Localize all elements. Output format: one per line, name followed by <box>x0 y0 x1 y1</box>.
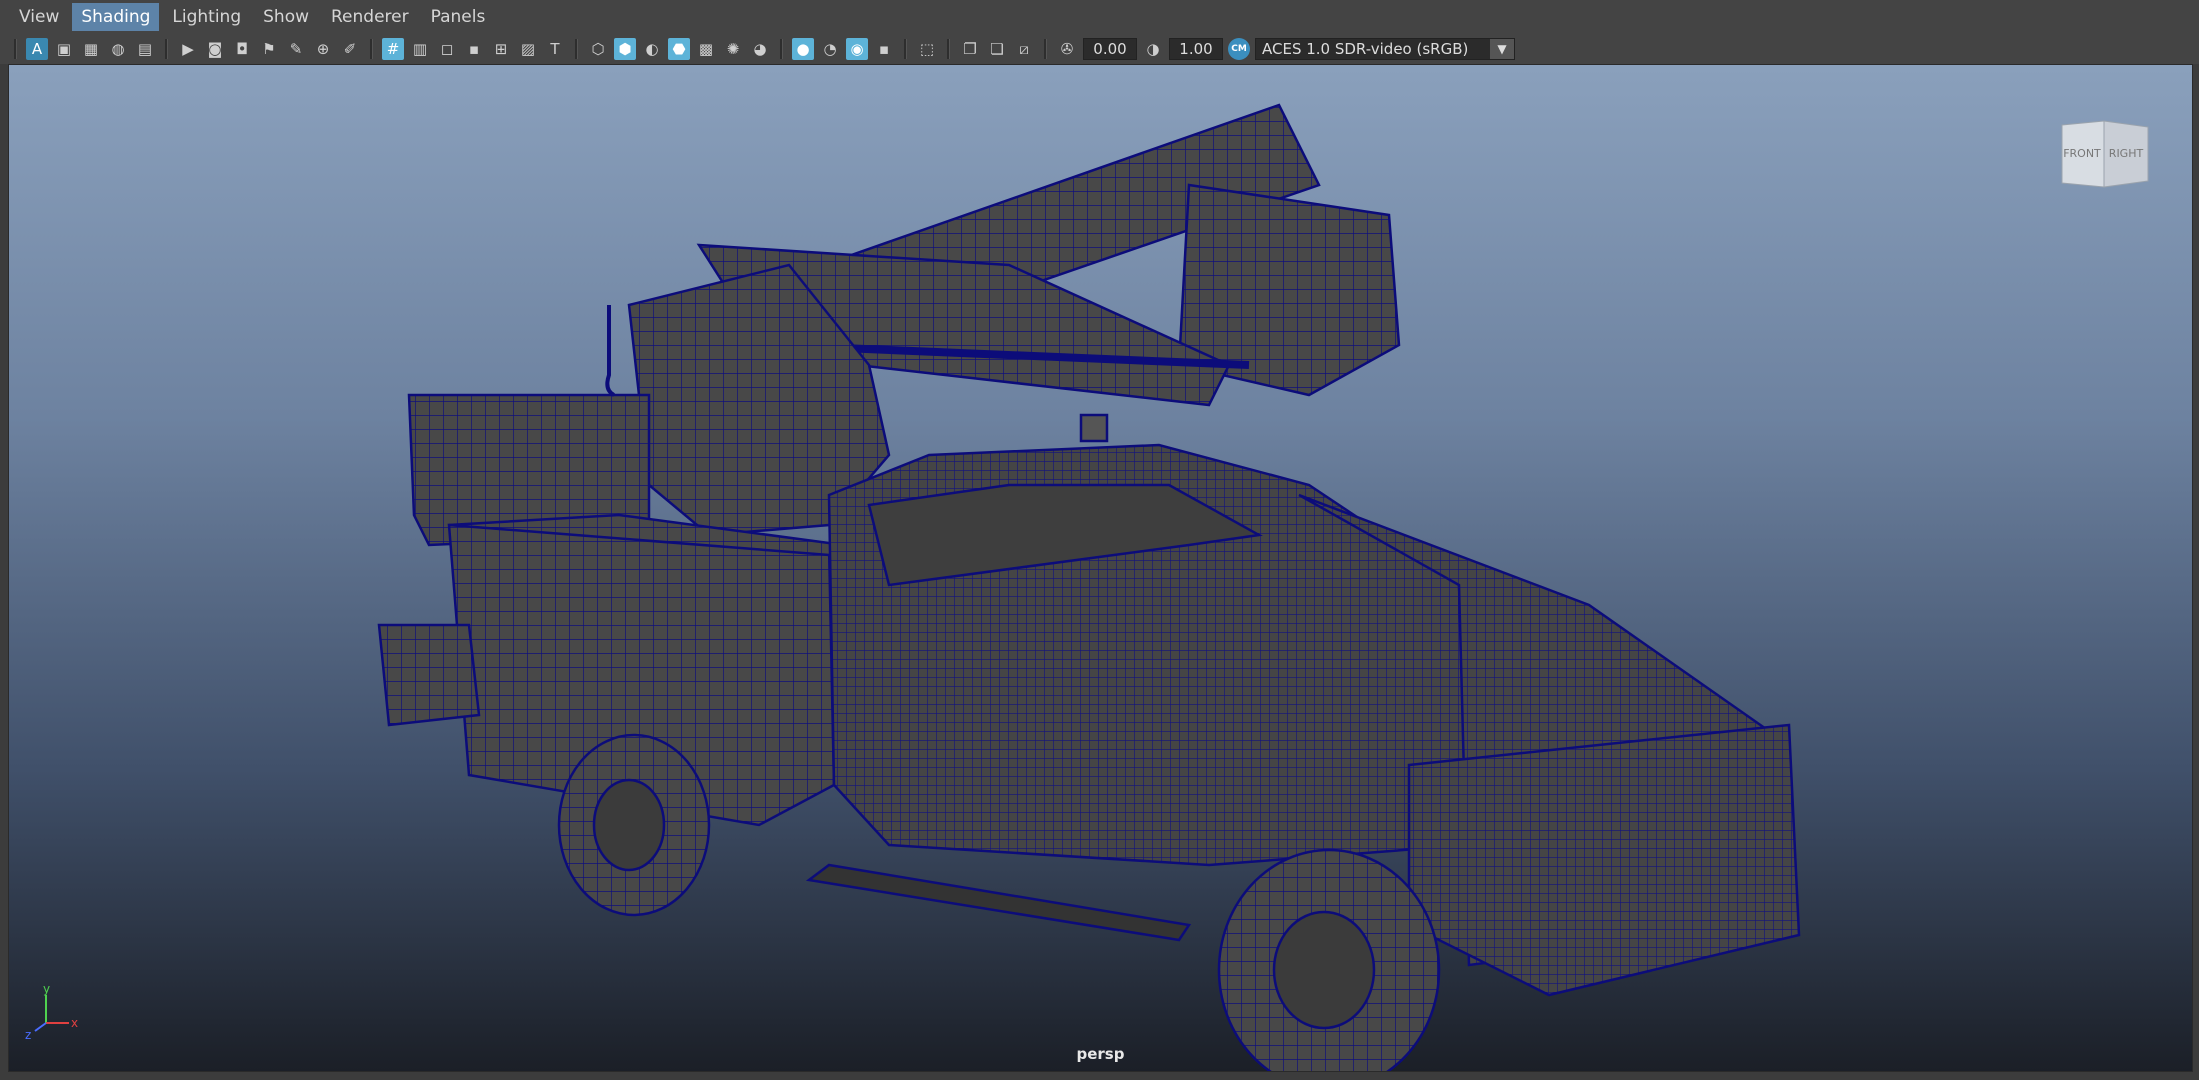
wireframe-icon[interactable]: ⬡ <box>587 38 609 60</box>
grid-icon[interactable]: # <box>382 38 404 60</box>
safe-title-icon[interactable]: T <box>544 38 566 60</box>
perspective-viewport[interactable]: FRONT RIGHT y x z persp <box>8 64 2193 1072</box>
shadows-icon[interactable]: ◕ <box>749 38 771 60</box>
field-chart-icon[interactable]: ⊞ <box>490 38 512 60</box>
rear-wheel-rim <box>592 778 666 872</box>
motion-blur-icon[interactable]: ◔ <box>819 38 841 60</box>
color-management-icon[interactable]: CM <box>1228 38 1250 60</box>
isolate-select-icon[interactable]: ⬚ <box>916 38 938 60</box>
xray-active-icon[interactable]: ❏ <box>986 38 1008 60</box>
camera-lock-icon[interactable]: ◙ <box>204 38 226 60</box>
image-plane-icon[interactable]: ◍ <box>107 38 129 60</box>
film-gate-icon[interactable]: ▤ <box>134 38 156 60</box>
menu-show[interactable]: Show <box>254 3 318 31</box>
lights-icon[interactable]: ✺ <box>722 38 744 60</box>
exposure-icon[interactable]: ✇ <box>1056 38 1078 60</box>
axis-z-label: z <box>25 1028 31 1042</box>
view-transform-value: ACES 1.0 SDR-video (sRGB) <box>1262 40 1469 58</box>
exposure-field[interactable]: 0.00 <box>1083 38 1137 60</box>
menu-view[interactable]: View <box>10 3 68 31</box>
axis-x-label: x <box>71 1016 78 1030</box>
running-board <box>805 863 1192 942</box>
axis-indicator: y x z <box>25 983 78 1042</box>
toolbar-separator <box>14 39 17 59</box>
backface-culling-icon[interactable]: ⧄ <box>1013 38 1035 60</box>
viewport-toolbar: A ▣ ▦ ◍ ▤ ▶ ◙ ◘ ⚑ ✎ ⊕ ✐ # ▥ ◻ ▪ ⊞ ▨ T ⬡ … <box>0 34 2199 64</box>
toolbar-separator <box>165 39 168 59</box>
frame-icon[interactable]: ▣ <box>53 38 75 60</box>
camera-attributes-icon[interactable]: ◘ <box>231 38 253 60</box>
wireframe-on-shaded-icon[interactable]: ⬣ <box>668 38 690 60</box>
rear-bumper <box>377 623 481 727</box>
view-transform-dropdown[interactable]: ACES 1.0 SDR-video (sRGB) ▼ <box>1255 38 1515 60</box>
film-gate-mask-icon[interactable]: ▥ <box>409 38 431 60</box>
depth-of-field-icon[interactable]: ▪ <box>873 38 895 60</box>
resolution-gate-icon[interactable]: ◻ <box>436 38 458 60</box>
toolbar-separator <box>1044 39 1047 59</box>
gamma-field[interactable]: 1.00 <box>1169 38 1223 60</box>
utility-bucket-truck-model[interactable] <box>9 65 2193 1072</box>
gate-mask-icon[interactable]: ▪ <box>463 38 485 60</box>
menu-lighting[interactable]: Lighting <box>163 3 250 31</box>
menu-shading[interactable]: Shading <box>72 3 160 31</box>
camera-icon[interactable]: ▶ <box>177 38 199 60</box>
toolbar-separator <box>575 39 578 59</box>
toolbar-separator <box>904 39 907 59</box>
toolbar-separator <box>780 39 783 59</box>
viewcube-front-label: FRONT <box>2063 147 2101 160</box>
default-material-icon[interactable]: ◐ <box>641 38 663 60</box>
xray-joints-icon[interactable]: ❐ <box>959 38 981 60</box>
anti-alias-icon[interactable]: ◉ <box>846 38 868 60</box>
front-wheel-rim <box>1272 910 1376 1030</box>
safe-action-icon[interactable]: ▨ <box>517 38 539 60</box>
view-cube[interactable]: FRONT RIGHT <box>2056 115 2156 195</box>
smooth-shade-icon[interactable]: ⬢ <box>614 38 636 60</box>
bookmark-icon[interactable]: ▦ <box>80 38 102 60</box>
viewport-menubar: View Shading Lighting Show Renderer Pane… <box>0 0 2199 34</box>
select-camera-icon[interactable]: A <box>26 38 48 60</box>
grease-pencil-icon[interactable]: ✎ <box>285 38 307 60</box>
gamma-icon[interactable]: ◑ <box>1142 38 1164 60</box>
dropdown-arrow-icon[interactable]: ▼ <box>1490 39 1514 59</box>
viewcube-right-label: RIGHT <box>2109 147 2144 160</box>
menu-renderer[interactable]: Renderer <box>322 3 418 31</box>
brush-icon[interactable]: ✐ <box>339 38 361 60</box>
toolbar-separator <box>370 39 373 59</box>
ambient-occlusion-icon[interactable]: ● <box>792 38 814 60</box>
axis-y-label: y <box>43 983 50 996</box>
front-grille-guard <box>1407 723 1801 997</box>
bookmark-flag-icon[interactable]: ⚑ <box>258 38 280 60</box>
toolbar-separator <box>947 39 950 59</box>
crane-hook <box>605 305 616 397</box>
camera-name-label: persp <box>1076 1045 1125 1063</box>
roof-beacon <box>1079 413 1109 443</box>
menu-panels[interactable]: Panels <box>422 3 495 31</box>
pan-zoom-icon[interactable]: ⊕ <box>312 38 334 60</box>
xray-icon[interactable]: ▩ <box>695 38 717 60</box>
